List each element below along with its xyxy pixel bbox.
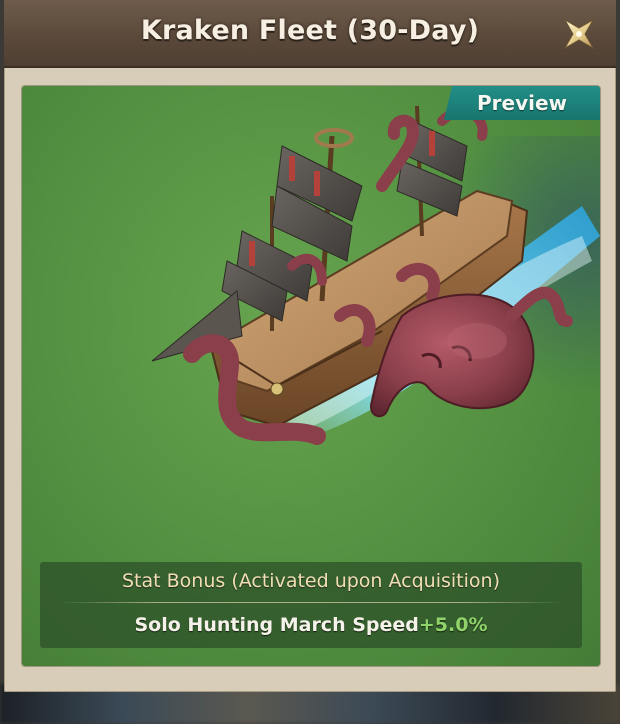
stat-row: Solo Hunting March Speed+5.0%: [40, 614, 582, 636]
stat-bonus-title: Stat Bonus (Activated upon Acquisition): [122, 570, 500, 592]
divider: [58, 602, 564, 603]
dialog-header: Kraken Fleet (30-Day): [4, 0, 616, 68]
preview-button[interactable]: Preview: [444, 86, 600, 120]
item-preview-dialog: Kraken Fleet (30-Day) Preview Stat Bonus…: [4, 0, 616, 692]
stat-bonus-panel: Stat Bonus (Activated upon Acquisition) …: [40, 562, 582, 648]
close-button[interactable]: [562, 17, 596, 51]
stat-name: Solo Hunting March Speed: [134, 614, 419, 636]
fleet-preview-area: Preview Stat Bonus (Activated upon Acqui…: [22, 86, 600, 666]
stat-value: +5.0%: [418, 614, 488, 636]
close-x-icon: [563, 18, 595, 50]
dialog-title: Kraken Fleet (30-Day): [140, 15, 480, 46]
preview-label: Preview: [476, 91, 568, 115]
